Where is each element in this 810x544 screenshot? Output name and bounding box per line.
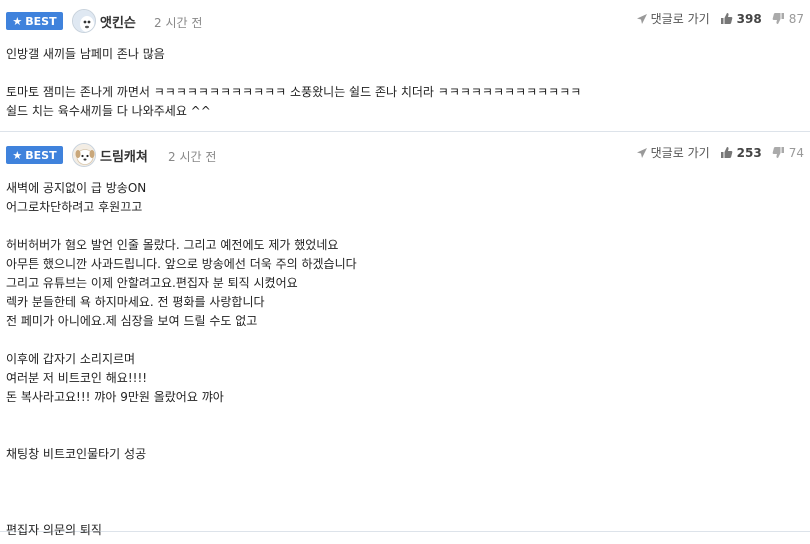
downvote-button[interactable]: 74 (772, 146, 804, 160)
comment-header: ★ BEST 앳킨슨 2 시간 전 댓글로 가기 398 87 (0, 8, 810, 34)
comment-line: 여러분 저 비트코인 해요!!!! (6, 371, 148, 385)
comment-line (6, 217, 357, 236)
comment-line: 이후에 갑자기 소리지르며 (6, 352, 136, 366)
comment-line: 편집자 의문의 퇴직 (6, 523, 102, 537)
timestamp: 2 시간 전 (154, 16, 203, 30)
comment-actions: 댓글로 가기 398 87 (636, 10, 804, 27)
comment-line: 렉카 분들한테 욕 하지마세요. 전 평화를 사랑합니다 (6, 295, 265, 309)
avatar[interactable] (72, 9, 96, 33)
comment-line (6, 464, 357, 483)
timestamp: 2 시간 전 (168, 150, 217, 164)
comment-line: 채팅창 비트코인물타기 성공 (6, 447, 147, 461)
comment-line: 돈 복사라고요!!! 꺄아 9만원 올랐어요 꺄아 (6, 390, 224, 404)
comment-line (6, 426, 357, 445)
reply-link[interactable]: 댓글로 가기 (636, 144, 710, 161)
thumbs-down-icon (772, 13, 784, 24)
upvote-button[interactable]: 253 (720, 146, 762, 160)
star-icon: ★ (12, 14, 23, 28)
downvote-button[interactable]: 87 (772, 12, 804, 26)
best-badge: ★ BEST (6, 146, 63, 164)
comment-item: ★ BEST 앳킨슨 2 시간 전 댓글로 가기 398 87 인방갤 새끼들 … (0, 0, 810, 132)
comment-line: 인방갤 새끼들 남페미 존나 많음 (6, 47, 165, 61)
comment-line: 전 페미가 아니에요.제 심장을 보여 드릴 수도 없고 (6, 314, 258, 328)
thumbs-down-icon (772, 147, 784, 158)
comment-line (6, 331, 357, 350)
comment-line (6, 64, 581, 83)
nickname[interactable]: 드림캐쳐 (100, 146, 148, 165)
upvote-button[interactable]: 398 (720, 12, 762, 26)
best-badge: ★ BEST (6, 12, 63, 30)
comment-line: 토마토 잼미는 존나게 까면서 ㅋㅋㅋㅋㅋㅋㅋㅋㅋㅋㅋㅋ 소풍왔니는 쉴드 존나… (6, 85, 582, 99)
comment-actions: 댓글로 가기 253 74 (636, 144, 804, 161)
comment-line: 쉴드 치는 육수새끼들 다 나와주세요 ^^ (6, 104, 211, 118)
comment-line: 새벽에 공지없이 급 방송ON (6, 181, 147, 195)
nickname[interactable]: 앳킨슨 (100, 12, 136, 31)
comment-line: 아무튼 했으니깐 사과드립니다. 앞으로 방송에선 더욱 주의 하겠습니다 (6, 257, 357, 271)
comment-line: 허버허버가 혐오 발언 인줄 몰랐다. 그리고 예전에도 제가 했었네요 (6, 238, 339, 252)
comment-line (6, 407, 357, 426)
thumbs-up-icon (720, 147, 733, 158)
comment-body: 새벽에 공지없이 급 방송ON 어그로차단하려고 후원끄고 허버허버가 혐오 발… (6, 179, 357, 540)
comment-item: ★ BEST 드림캐쳐 2 시간 전 댓글로 가기 253 74 새벽에 공지없… (0, 132, 810, 537)
arrow-icon (636, 147, 647, 158)
comment-line (6, 483, 357, 502)
comment-line: 그리고 유튜브는 이제 안할려고요.편집자 분 퇴직 시켰어요 (6, 276, 298, 290)
arrow-icon (636, 13, 647, 24)
avatar[interactable] (72, 143, 96, 167)
star-icon: ★ (12, 148, 23, 162)
comment-header: ★ BEST 드림캐쳐 2 시간 전 댓글로 가기 253 74 (0, 141, 810, 167)
comment-line (6, 502, 357, 521)
thumbs-up-icon (720, 13, 733, 24)
comment-line: 어그로차단하려고 후원끄고 (6, 200, 143, 214)
comment-body: 인방갤 새끼들 남페미 존나 많음 토마토 잼미는 존나게 까면서 ㅋㅋㅋㅋㅋㅋ… (6, 45, 581, 121)
reply-link[interactable]: 댓글로 가기 (636, 10, 710, 27)
